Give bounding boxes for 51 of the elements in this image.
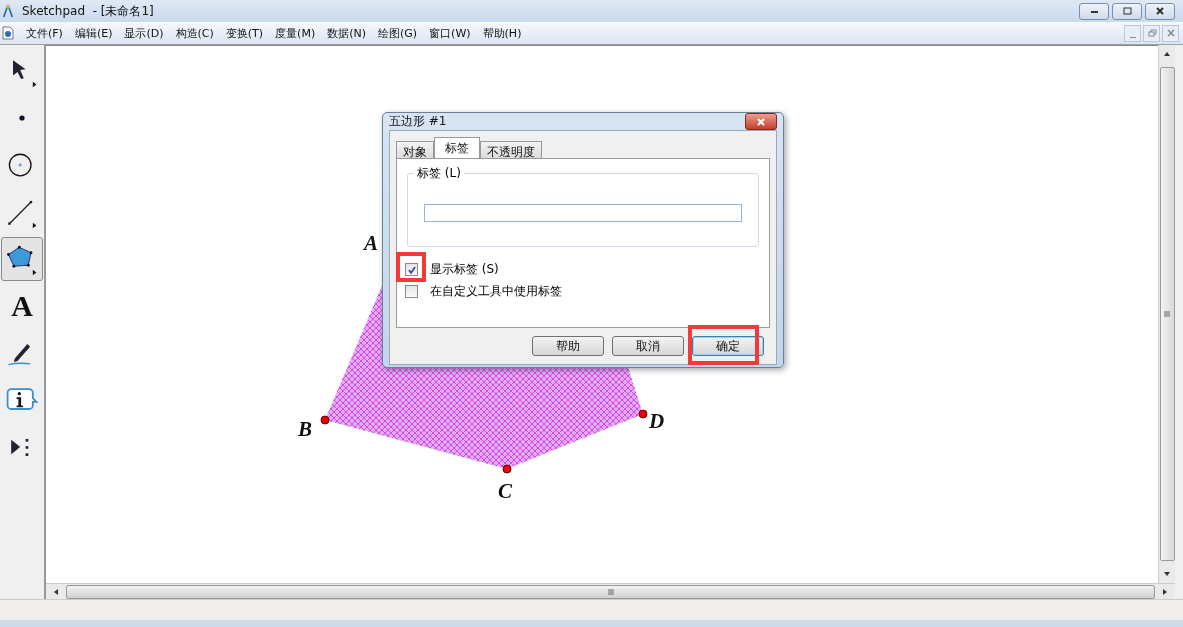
tab[interactable]: 标签: [434, 137, 480, 158]
window-title: Sketchpad - [未命名1]: [22, 2, 154, 20]
menu-item[interactable]: 绘图(G): [372, 25, 424, 41]
close-icon: [1165, 28, 1176, 38]
menu-item[interactable]: 文件(F): [20, 25, 69, 41]
point-icon: [19, 115, 25, 121]
text-tool[interactable]: A: [1, 284, 43, 328]
minimize-button[interactable]: [1079, 2, 1109, 20]
label-field[interactable]: [424, 204, 742, 222]
scroll-down-icon[interactable]: [1163, 570, 1171, 578]
scroll-up-icon[interactable]: [1163, 50, 1171, 58]
grip-icon: [606, 587, 615, 596]
point-label: B: [298, 417, 312, 441]
close-button[interactable]: [745, 113, 777, 130]
menu-item[interactable]: 帮助(H): [476, 25, 528, 41]
menu-item[interactable]: 数据(N): [321, 25, 372, 41]
checkbox-label: 在自定义工具中使用标签: [430, 283, 562, 300]
document-icon: [2, 26, 14, 40]
scroll-left-icon[interactable]: [52, 587, 60, 596]
restore-icon: [1146, 28, 1157, 38]
close-button[interactable]: [1145, 2, 1175, 20]
close-icon: [756, 116, 766, 127]
point-label: C: [498, 479, 512, 503]
dialog-button[interactable]: 帮助: [532, 336, 604, 356]
point: [502, 464, 512, 474]
tab[interactable]: 不透明度: [480, 141, 542, 158]
point-label: A: [364, 231, 378, 255]
point-label: D: [649, 409, 665, 433]
menu-item[interactable]: 编辑(E): [68, 25, 119, 41]
menu-item[interactable]: 变换(T): [219, 25, 270, 41]
checkbox[interactable]: [405, 263, 418, 276]
polygon-tool[interactable]: [1, 237, 43, 281]
maximize-icon: [1122, 6, 1132, 16]
menu-item[interactable]: 窗口(W): [423, 25, 477, 41]
checkbox-label: 显示标签 (S): [430, 261, 499, 278]
dialog-button[interactable]: 确定: [692, 336, 764, 356]
check-icon: [406, 264, 417, 275]
checkbox[interactable]: [405, 285, 418, 298]
menu-item[interactable]: 显示(D): [118, 25, 170, 41]
tab[interactable]: 对象: [396, 141, 434, 158]
close-icon: [1155, 6, 1165, 16]
menu-item[interactable]: 度量(M): [269, 25, 322, 41]
point: [638, 409, 648, 419]
dialog-title: 五边形 #1: [389, 113, 447, 130]
scroll-right-icon[interactable]: [1161, 587, 1169, 596]
grip-icon: [1163, 310, 1171, 318]
minimize-icon: [1129, 36, 1136, 38]
menu-item[interactable]: 构造(C): [169, 25, 220, 41]
dialog-button[interactable]: 取消: [612, 336, 684, 356]
group-label: 标签 (L): [414, 165, 464, 182]
point: [320, 415, 330, 425]
